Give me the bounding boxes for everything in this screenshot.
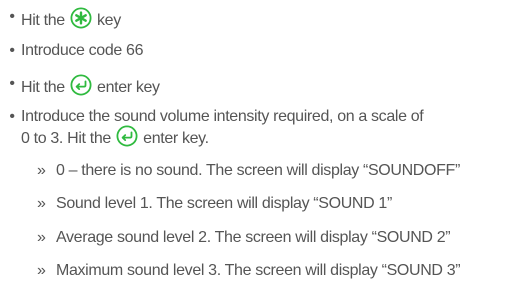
option-2-text: Sound level 1. The screen will display “… [56, 195, 392, 212]
step-2-text: Introduce code 66 [21, 42, 144, 59]
enter-arrow-circle-icon [116, 125, 138, 147]
step-3-text: Hit the enter key [21, 74, 160, 97]
step-1-text: Hit the key [21, 7, 121, 30]
step-1-after: key [97, 12, 121, 29]
bullet: • [9, 75, 15, 92]
step-1-before: Hit the [21, 12, 65, 29]
sub-bullet: » [37, 262, 46, 279]
step-3-before: Hit the [21, 79, 65, 96]
step-4-text-line-2: 0 to 3. Hit the enter key. [21, 125, 209, 148]
step-3-after: enter key [97, 79, 160, 96]
bullet: • [9, 8, 15, 25]
enter-arrow-circle-icon [70, 74, 92, 96]
step-4-text-line-1: Introduce the sound volume intensity req… [21, 108, 424, 125]
bullet: • [9, 108, 15, 125]
sub-bullet: » [37, 229, 46, 246]
option-3-text: Average sound level 2. The screen will d… [56, 229, 451, 246]
step-4-after: enter key. [143, 130, 209, 147]
option-4-text: Maximum sound level 3. The screen will d… [56, 262, 461, 279]
sub-bullet: » [37, 195, 46, 212]
asterisk-circle-icon [70, 7, 92, 29]
option-1-text: 0 – there is no sound. The screen will d… [56, 162, 460, 179]
instructions-page: • Hit the key • Introduce code 66 • Hit … [0, 0, 516, 289]
step-4-before: 0 to 3. Hit the [21, 130, 111, 147]
bullet: • [9, 42, 15, 59]
sub-bullet: » [37, 162, 46, 179]
